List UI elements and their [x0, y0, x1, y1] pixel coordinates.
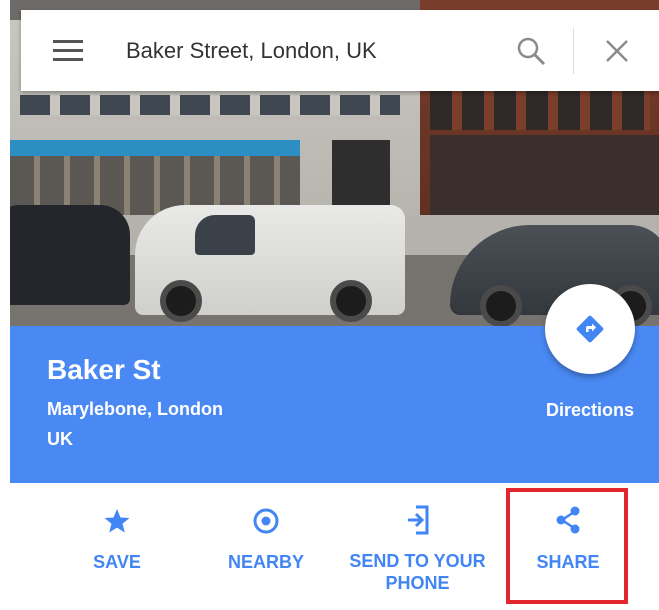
directions-button[interactable]	[545, 284, 635, 374]
star-icon	[104, 509, 130, 533]
save-button[interactable]: SAVE	[62, 500, 172, 574]
send-to-phone-label: SEND TO YOUR PHONE	[340, 550, 495, 594]
menu-icon[interactable]	[53, 40, 83, 62]
search-divider	[573, 28, 574, 74]
search-bar: Baker Street, London, UK	[21, 10, 659, 91]
maps-place-card: Baker Street, London, UK Baker St Maryle…	[0, 0, 659, 610]
search-input[interactable]: Baker Street, London, UK	[126, 36, 377, 66]
search-button[interactable]	[514, 34, 548, 68]
place-locality: Marylebone, London	[47, 399, 224, 419]
send-to-phone-label-line1: SEND TO YOUR	[349, 551, 486, 571]
nearby-label: NEARBY	[227, 552, 304, 572]
send-to-phone-icon	[407, 505, 428, 535]
save-label: SAVE	[93, 552, 141, 572]
search-icon	[517, 37, 546, 66]
nearby-button[interactable]: NEARBY	[211, 500, 321, 574]
location-pin-icon	[253, 508, 279, 534]
directions-label[interactable]: Directions	[527, 400, 653, 421]
place-title: Baker St	[47, 354, 161, 385]
close-button[interactable]	[604, 38, 630, 64]
send-to-phone-label-line2: PHONE	[385, 573, 450, 593]
directions-icon	[576, 315, 604, 343]
place-country: UK	[47, 429, 73, 449]
close-icon	[606, 40, 628, 62]
send-to-phone-button[interactable]: SEND TO YOUR PHONE	[340, 500, 495, 594]
share-highlight-box	[506, 488, 628, 604]
